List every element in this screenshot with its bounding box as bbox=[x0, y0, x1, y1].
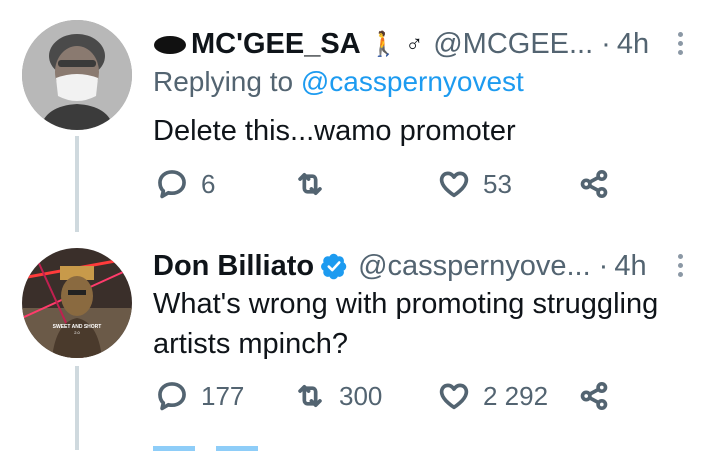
tweet-text: Delete this...wamo promoter bbox=[153, 115, 516, 147]
retweet-count: 300 bbox=[339, 380, 383, 411]
retweet-icon bbox=[298, 384, 322, 408]
retweet-button[interactable]: 300 bbox=[293, 376, 382, 416]
timestamp[interactable]: 4h bbox=[614, 250, 646, 283]
thread-connector bbox=[75, 366, 79, 450]
share-button[interactable] bbox=[577, 164, 611, 204]
reply-button[interactable]: 177 bbox=[155, 376, 244, 416]
tweet-text-line: artists mpinch? bbox=[153, 328, 349, 360]
reply-icon bbox=[158, 170, 186, 199]
avatar[interactable]: SWEET AND SHORT 2.0 bbox=[22, 248, 132, 358]
truncated-next-content bbox=[153, 446, 293, 451]
user-handle[interactable]: @casspernyove... bbox=[358, 250, 591, 283]
tweet[interactable]: SWEET AND SHORT 2.0 Don Billiato @casspe… bbox=[0, 232, 720, 451]
separator-dot: · bbox=[598, 249, 609, 282]
share-button[interactable] bbox=[577, 376, 611, 416]
heart-icon bbox=[439, 171, 469, 198]
tweet-actions: 6 53 bbox=[153, 164, 633, 204]
tweet-actions: 177 300 2 292 bbox=[153, 376, 633, 416]
thread-connector bbox=[75, 136, 79, 232]
avatar-caption-version: 2.0 bbox=[74, 330, 80, 335]
reply-button[interactable]: 6 bbox=[155, 164, 215, 204]
retweet-icon bbox=[298, 172, 322, 196]
heart-icon bbox=[439, 383, 469, 410]
reply-count: 177 bbox=[201, 380, 245, 411]
share-icon bbox=[580, 381, 608, 411]
retweet-button[interactable] bbox=[293, 164, 339, 204]
share-icon bbox=[580, 169, 608, 199]
display-name[interactable]: Don Billiato bbox=[153, 250, 314, 283]
black-oval-emoji bbox=[154, 36, 186, 54]
tweet-text-line: What's wrong with promoting struggling bbox=[153, 288, 659, 320]
reply-count: 6 bbox=[201, 168, 216, 199]
avatar-photo bbox=[22, 20, 132, 130]
timestamp[interactable]: 4h bbox=[617, 28, 649, 61]
reply-icon bbox=[158, 382, 186, 411]
verified-badge-icon bbox=[321, 253, 347, 280]
like-count: 2 292 bbox=[483, 380, 549, 411]
like-count: 53 bbox=[483, 168, 512, 199]
tweet[interactable]: MC'GEE_SA 🚶 ♂ @MCGEE... · 4h Replying to… bbox=[0, 0, 720, 232]
name-emoji: 🚶 ♂ bbox=[368, 30, 424, 58]
replying-to-link[interactable]: @casspernyovest bbox=[301, 66, 524, 97]
more-options-icon[interactable] bbox=[667, 28, 693, 60]
like-button[interactable]: 2 292 bbox=[437, 376, 548, 416]
replying-to: Replying to @casspernyovest bbox=[153, 66, 524, 98]
tweet-text: What's wrong with promoting struggling a… bbox=[153, 284, 658, 364]
like-button[interactable]: 53 bbox=[437, 164, 512, 204]
tweet-header: MC'GEE_SA 🚶 ♂ @MCGEE... · 4h bbox=[153, 24, 693, 64]
avatar[interactable] bbox=[22, 20, 132, 130]
replying-prefix: Replying to bbox=[153, 66, 294, 97]
more-options-icon[interactable] bbox=[667, 250, 693, 282]
tweet-header: Don Billiato @casspernyove... · 4h bbox=[153, 246, 693, 286]
separator-dot: · bbox=[601, 27, 611, 60]
display-name[interactable]: MC'GEE_SA bbox=[191, 28, 361, 61]
user-handle[interactable]: @MCGEE... bbox=[433, 28, 593, 61]
avatar-artwork: SWEET AND SHORT 2.0 bbox=[22, 248, 132, 358]
